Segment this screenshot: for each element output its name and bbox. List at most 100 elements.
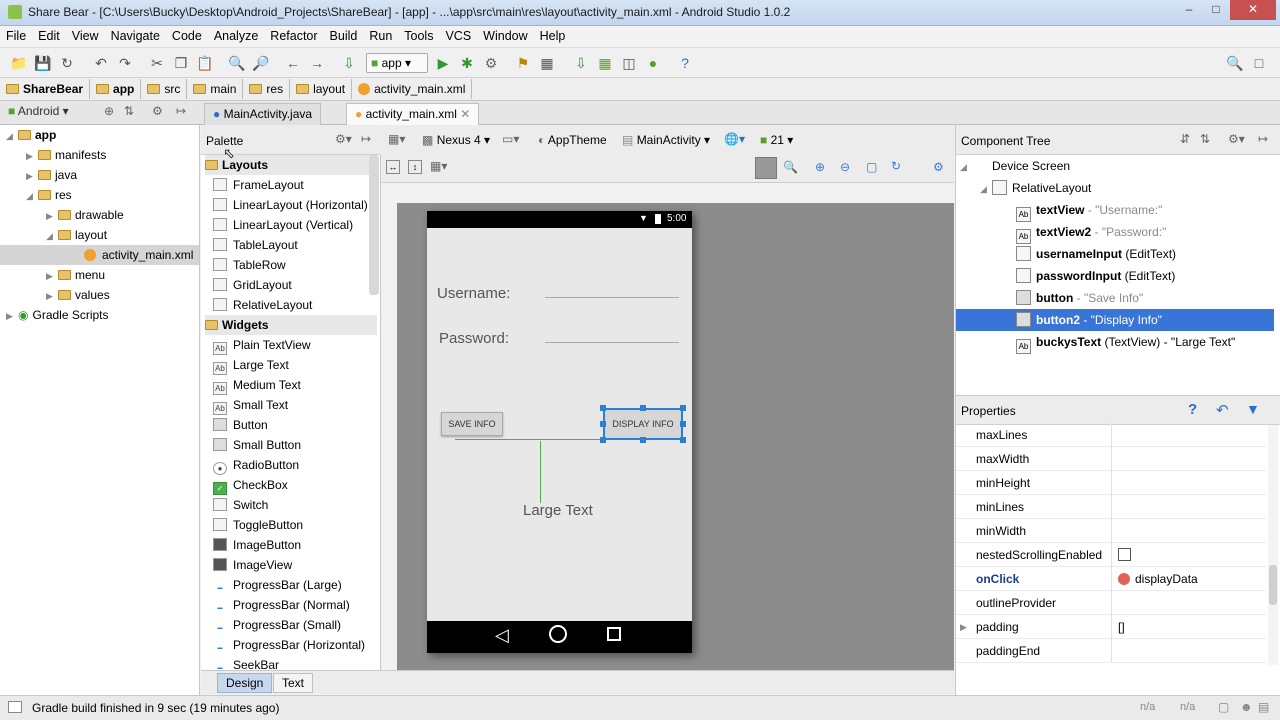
api-level-select[interactable]: ■ 21 ▾ [760,133,793,147]
menu-file[interactable]: File [0,26,32,43]
expand-height-icon[interactable]: ↕ [408,160,422,174]
tree-node-device-screen[interactable]: ◢ Device Screen [960,155,1070,177]
menu-run[interactable]: Run [363,26,398,43]
breadcrumb-res[interactable]: res [243,79,291,99]
menu-analyze[interactable]: Analyze [208,26,264,43]
palette-item-medium-text[interactable]: Ab Medium Text [213,375,301,395]
resize-handle[interactable] [640,405,646,411]
resize-handle[interactable] [600,405,606,411]
palette-item-progressbar-normal[interactable]: ━ ProgressBar (Normal) [213,595,350,615]
tree-settings-icon[interactable]: ⚙▾ [1228,132,1245,146]
resize-handle[interactable] [640,437,646,443]
property-row[interactable]: nestedScrollingEnabled [956,543,1266,567]
android-device-icon[interactable]: ● [644,54,662,72]
expand-arrow-icon[interactable]: ▶ [960,615,967,639]
tree-hide-icon[interactable]: ↦ [1258,132,1268,146]
collapse-all-icon[interactable]: ⇅ [1200,132,1210,146]
tree-node-usernameinput[interactable]: usernameInput (EditText) [1016,243,1176,265]
paste-icon[interactable]: 📋 [196,54,214,72]
tree-item-activity-main[interactable]: activity_main.xml [0,245,199,265]
open-folder-icon[interactable]: 📁 [10,54,28,72]
device-select[interactable]: ▩ Nexus 4 ▾ [422,133,490,147]
palette-item-progressbar-horizontal[interactable]: ━ ProgressBar (Horizontal) [213,635,365,655]
palette-hide-icon[interactable]: ↦ [361,132,371,146]
property-row[interactable]: outlineProvider [956,591,1266,615]
restore-default-icon[interactable]: ↶ [1216,401,1229,419]
menu-refactor[interactable]: Refactor [264,26,323,43]
menu-vcs[interactable]: VCS [439,26,477,43]
palette-item-imagebutton[interactable]: ImageButton [213,535,301,555]
menu-window[interactable]: Window [477,26,533,43]
property-row-padding[interactable]: ▶ padding[] [956,615,1266,639]
palette-item-large-text[interactable]: Ab Large Text [213,355,289,375]
username-label[interactable]: Username: [437,285,510,302]
zoom-fit-icon[interactable]: 🔍 [783,160,798,174]
menu-build[interactable]: Build [324,26,364,43]
filter-icon[interactable]: ▼ [1246,401,1260,417]
menu-help[interactable]: Help [534,26,572,43]
replace-icon[interactable]: 🔎 [252,54,270,72]
tab-activity-main[interactable]: ● activity_main.xml ✕ [346,103,480,125]
menu-view[interactable]: View [66,26,105,43]
save-info-button[interactable]: SAVE INFO [441,412,503,436]
menu-code[interactable]: Code [166,26,208,43]
sdk-manager-icon[interactable]: ▦ [538,54,556,72]
tree-item-app[interactable]: ◢ app [6,125,56,145]
palette-item-switch[interactable]: Switch [213,495,268,515]
layout-variant-icon[interactable]: ▦▾ [388,132,405,146]
breadcrumb-main[interactable]: main [187,79,244,99]
theme-select[interactable]: ◐ AppTheme [538,133,607,147]
property-row[interactable]: maxLines [956,423,1266,447]
minimize-icon[interactable]: – [1176,0,1202,20]
expand-all-icon[interactable]: ⇵ [1180,132,1190,146]
avd-manager-icon[interactable]: ▦ [596,54,614,72]
palette-item-linearlayout-v[interactable]: LinearLayout (Vertical) [213,215,353,235]
resize-handle[interactable] [680,437,686,443]
find-icon[interactable]: 🔍 [228,54,246,72]
tree-node-textview2[interactable]: Ab textView2 - "Password:" [1016,221,1166,244]
close-icon[interactable]: ✕ [1230,0,1276,20]
phone-preview[interactable]: ▼ 5:00 Username: Password: SAVE INFO DIS… [427,211,692,653]
palette-item-relativelayout[interactable]: RelativeLayout [213,295,312,315]
palette-item-tablerow[interactable]: TableRow [213,255,286,275]
palette-item-linearlayout-h[interactable]: LinearLayout (Horizontal) [213,195,368,215]
zoom-out-icon[interactable]: ⊖ [840,160,850,174]
tree-item-gradle-scripts[interactable]: ▶ ◉ Gradle Scripts [6,305,109,325]
breadcrumb-sharebear[interactable]: ShareBear [0,79,91,99]
palette-item-togglebutton[interactable]: ToggleButton [213,515,303,535]
palette-item-radiobutton[interactable]: ● RadioButton [213,455,299,475]
tree-item-drawable[interactable]: ▶ drawable [46,205,124,225]
sync-icon[interactable]: ↻ [58,54,76,72]
layout-icon[interactable]: □ [1250,54,1268,72]
tab-design[interactable]: Design [217,673,273,693]
properties-help-icon[interactable]: ? [1188,401,1197,418]
tree-node-buckystext[interactable]: Ab buckysText (TextView) - "Large Text" [1016,331,1235,354]
palette-settings-icon[interactable]: ⚙▾ [335,132,352,146]
orientation-icon[interactable]: ▭▾ [502,132,519,146]
collapse-icon[interactable]: ⇅ [124,104,134,118]
screenshot-icon[interactable]: ▢ [866,160,877,174]
tree-item-values[interactable]: ▶ values [46,285,110,305]
inspector-icon[interactable]: ☻ [1240,700,1253,714]
breadcrumb-layout[interactable]: layout [290,79,353,99]
tree-item-layout[interactable]: ◢ layout [46,225,107,245]
forward-icon[interactable]: → [308,54,326,72]
tool-windows-icon[interactable] [8,701,22,713]
make-project-icon[interactable]: ⇩ [340,54,358,72]
tree-item-menu[interactable]: ▶ menu [46,265,105,285]
cut-icon[interactable]: ✂ [148,54,166,72]
help-icon[interactable]: ? [676,54,694,72]
project-structure-icon[interactable]: ⚑ [514,54,532,72]
resize-handle[interactable] [680,421,686,427]
expand-width-icon[interactable]: ↔ [386,160,400,174]
lock-icon[interactable]: ▢ [1218,700,1229,714]
menu-tools[interactable]: Tools [398,26,439,43]
run-icon[interactable]: ▶ [434,54,452,72]
nested-scrolling-checkbox[interactable] [1118,548,1131,561]
menu-edit[interactable]: Edit [32,26,66,43]
palette-item-checkbox[interactable]: ✓ CheckBox [213,475,288,495]
tree-node-relativelayout[interactable]: ◢ RelativeLayout [980,177,1091,199]
device-monitor-icon[interactable]: ◫ [620,54,638,72]
palette-item-progressbar-large[interactable]: ━ ProgressBar (Large) [213,575,342,595]
tab-text[interactable]: Text [273,673,314,693]
